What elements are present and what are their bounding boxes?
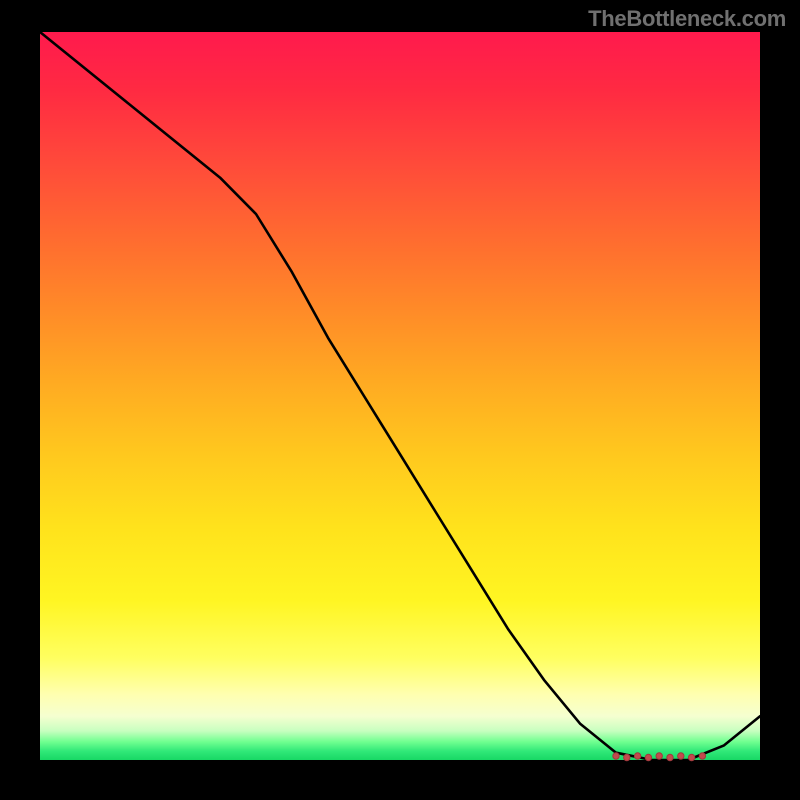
marker-dot — [656, 753, 662, 759]
bottleneck-curve — [40, 32, 760, 760]
marker-dot — [699, 753, 705, 759]
marker-dot — [688, 754, 694, 760]
plot-area — [40, 32, 760, 760]
chart-frame: TheBottleneck.com — [0, 0, 800, 800]
marker-dot — [678, 753, 684, 759]
marker-dot — [667, 754, 673, 760]
line-chart-svg — [40, 32, 760, 760]
marker-dot — [613, 753, 619, 759]
marker-dot — [634, 753, 640, 759]
watermark-text: TheBottleneck.com — [588, 6, 786, 32]
marker-cluster — [613, 753, 706, 761]
marker-dot — [624, 754, 630, 760]
marker-dot — [645, 754, 651, 760]
